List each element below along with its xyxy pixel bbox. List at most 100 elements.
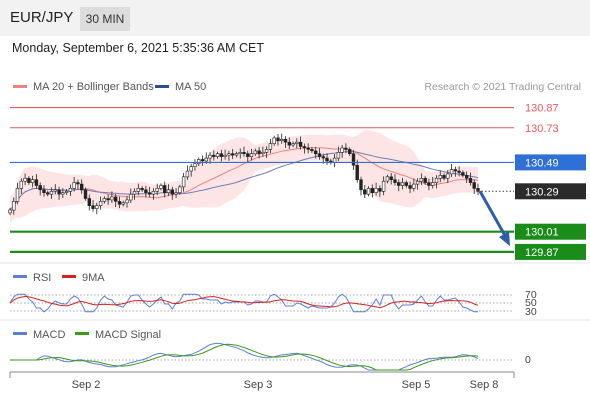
candle-body bbox=[34, 179, 39, 186]
candle-body bbox=[30, 179, 35, 183]
candle-body bbox=[15, 188, 20, 202]
macd-zero-label: 0 bbox=[525, 354, 531, 366]
candle-body bbox=[415, 180, 420, 185]
legend-swatch-rsi bbox=[13, 275, 27, 278]
current-price-label: 130.29 bbox=[525, 186, 559, 198]
candle-body bbox=[110, 196, 114, 201]
candle-body bbox=[83, 189, 88, 199]
candle-body bbox=[57, 189, 61, 195]
candle-body bbox=[72, 182, 76, 189]
level-label: 130.01 bbox=[525, 227, 559, 239]
candle-body bbox=[212, 154, 216, 157]
candle-body bbox=[185, 170, 190, 178]
candle-body bbox=[363, 189, 367, 195]
candle-body bbox=[264, 149, 269, 153]
candle-body bbox=[261, 152, 265, 155]
candle-body bbox=[412, 183, 416, 189]
candle-body bbox=[231, 153, 235, 156]
candle-body bbox=[332, 157, 337, 163]
legend-swatch-macd-signal bbox=[75, 332, 89, 335]
candle-body bbox=[151, 191, 156, 195]
level-label: 130.87 bbox=[525, 103, 559, 115]
candle-body bbox=[215, 153, 220, 157]
candle-body bbox=[370, 188, 374, 193]
price-chart: MA 20 + Bollinger Bands MA 50 Research ©… bbox=[0, 81, 590, 391]
candle-body bbox=[102, 198, 107, 202]
candle-body bbox=[295, 141, 299, 144]
candle-body bbox=[359, 179, 363, 191]
candle-body bbox=[8, 209, 12, 214]
x-tick-label: Sep 2 bbox=[72, 379, 101, 391]
level-label: 130.49 bbox=[525, 157, 559, 169]
candle-body bbox=[434, 178, 439, 183]
candle-body bbox=[287, 141, 291, 146]
candle-body bbox=[430, 182, 435, 186]
candle-body bbox=[268, 143, 273, 150]
candle-body bbox=[132, 191, 137, 195]
candle-body bbox=[166, 189, 171, 194]
candle-body bbox=[197, 159, 201, 165]
candle-body bbox=[419, 178, 424, 182]
candle-body bbox=[204, 157, 208, 162]
candle-body bbox=[374, 188, 378, 193]
candle-body bbox=[87, 198, 92, 206]
candle-body bbox=[95, 205, 99, 209]
candle-body bbox=[336, 152, 341, 159]
candle-body bbox=[181, 176, 186, 188]
legend-swatch-ma50 bbox=[155, 85, 169, 88]
x-tick-label: Sep 8 bbox=[470, 379, 499, 391]
candle-body bbox=[446, 173, 450, 179]
rsi-label-30: 30 bbox=[525, 306, 537, 318]
candle-body bbox=[423, 178, 427, 183]
candle-body bbox=[144, 189, 148, 194]
x-tick-label: Sep 5 bbox=[402, 379, 431, 391]
candle-body bbox=[257, 150, 261, 155]
candle-body bbox=[249, 153, 254, 157]
legend-rsi-ma: 9MA bbox=[82, 272, 105, 284]
candle-body bbox=[68, 188, 73, 192]
x-tick-label: Sep 3 bbox=[244, 379, 273, 391]
candle-body bbox=[408, 185, 412, 189]
candle-body bbox=[400, 182, 405, 186]
candle-body bbox=[129, 193, 133, 201]
legend-ma50: MA 50 bbox=[175, 81, 206, 93]
legend-ma20: MA 20 + Bollinger Bands bbox=[33, 81, 154, 93]
candle-body bbox=[253, 150, 257, 155]
candle-body bbox=[64, 191, 69, 194]
candle-body bbox=[242, 152, 246, 155]
candle-body bbox=[38, 185, 42, 191]
candle-body bbox=[125, 199, 129, 204]
candle-body bbox=[238, 152, 242, 155]
candle-body bbox=[461, 172, 465, 176]
candle-body bbox=[381, 180, 386, 192]
level-label: 130.73 bbox=[525, 123, 559, 135]
candle-body bbox=[91, 205, 95, 209]
candle-body bbox=[193, 163, 197, 168]
candle-body bbox=[393, 179, 397, 183]
candle-body bbox=[442, 175, 446, 179]
candle-body bbox=[76, 182, 80, 185]
candle-body bbox=[189, 166, 193, 172]
candle-body bbox=[208, 154, 212, 159]
credit-text: Research © 2021 Trading Central bbox=[424, 81, 581, 93]
candle-body bbox=[396, 182, 401, 186]
candle-body bbox=[310, 149, 314, 152]
candle-body bbox=[347, 149, 352, 154]
candle-body bbox=[159, 185, 163, 189]
legend-swatch-macd bbox=[13, 332, 27, 335]
legend-macd: MACD bbox=[33, 329, 65, 341]
candle-body bbox=[234, 153, 239, 156]
candle-body bbox=[227, 153, 231, 156]
candle-body bbox=[344, 147, 348, 150]
candle-body bbox=[178, 186, 182, 193]
candle-body bbox=[378, 188, 382, 192]
level-label: 129.87 bbox=[525, 247, 559, 259]
candle-body bbox=[246, 153, 250, 157]
candle-body bbox=[313, 150, 318, 155]
candle-body bbox=[279, 139, 284, 142]
candle-body bbox=[219, 153, 224, 157]
candle-body bbox=[385, 176, 390, 182]
candle-body bbox=[366, 188, 371, 195]
candle-body bbox=[147, 192, 152, 195]
candle-body bbox=[283, 139, 288, 143]
